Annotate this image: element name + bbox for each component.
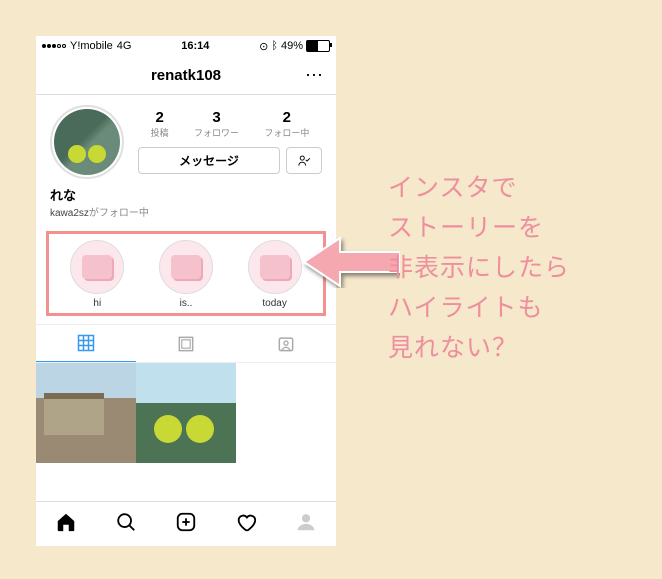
feed-icon <box>176 334 196 354</box>
create-tab[interactable] <box>175 511 197 538</box>
stats-row: 2 投稿 3 フォロワー 2 フォロー中 <box>138 109 322 139</box>
plus-square-icon <box>175 511 197 533</box>
highlight-item[interactable]: today <box>248 240 302 309</box>
carrier-label: Y!mobile <box>70 40 113 52</box>
stat-following[interactable]: 2 フォロー中 <box>264 109 309 139</box>
highlight-label: today <box>262 298 286 309</box>
highlight-cover <box>159 240 213 294</box>
highlight-cover <box>70 240 124 294</box>
search-tab[interactable] <box>115 511 137 538</box>
tab-grid[interactable] <box>36 325 136 362</box>
caption-text: インスタで ストーリーを 非表示にしたら ハイライトも 見れない？ <box>388 168 570 368</box>
tagged-icon <box>276 334 296 354</box>
avatar[interactable] <box>50 105 124 179</box>
follow-status-button[interactable] <box>286 147 322 174</box>
bluetooth-icon: ᛒ <box>271 40 278 52</box>
callout-arrow-icon <box>300 236 400 288</box>
highlight-cover <box>248 240 302 294</box>
tab-feed[interactable] <box>136 325 236 362</box>
phone-frame: Y!mobile 4G 16:14 ⊙ ᛒ 49% renatk108 ⋯ 2 <box>36 36 336 546</box>
user-icon <box>295 511 317 533</box>
message-button[interactable]: メッセージ <box>138 147 280 174</box>
highlight-item[interactable]: hi <box>70 240 124 309</box>
bio-name: れな <box>50 185 322 204</box>
nav-title: renatk108 <box>151 67 221 84</box>
stat-followers[interactable]: 3 フォロワー <box>194 109 239 139</box>
story-highlights: hi is.. today <box>46 231 326 316</box>
bottom-tab-bar <box>36 501 336 546</box>
grid-icon <box>76 333 96 353</box>
stat-posts[interactable]: 2 投稿 <box>151 109 169 139</box>
profile-header: 2 投稿 3 フォロワー 2 フォロー中 メッセージ <box>36 95 336 185</box>
profile-tabs <box>36 324 336 363</box>
search-icon <box>115 511 137 533</box>
highlight-label: is.. <box>180 298 193 309</box>
bio: れな kawa2szがフォロー中 <box>36 185 336 227</box>
highlight-label: hi <box>93 298 101 309</box>
home-tab[interactable] <box>55 511 77 538</box>
post-thumbnail[interactable] <box>36 363 136 463</box>
status-bar: Y!mobile 4G 16:14 ⊙ ᛒ 49% <box>36 36 336 56</box>
battery-level <box>307 41 318 51</box>
tab-tagged[interactable] <box>236 325 336 362</box>
profile-tab[interactable] <box>295 511 317 538</box>
home-icon <box>55 511 77 533</box>
post-grid <box>36 363 336 463</box>
network-label: 4G <box>117 40 132 52</box>
post-thumbnail[interactable] <box>136 363 236 463</box>
user-check-icon <box>297 154 311 168</box>
bio-followed-by: kawa2szがフォロー中 <box>50 204 322 219</box>
nav-bar: renatk108 ⋯ <box>36 56 336 95</box>
signal-icon <box>42 44 66 48</box>
clock-label: 16:14 <box>181 40 209 52</box>
battery-icon <box>306 40 330 52</box>
avatar-image <box>54 109 120 175</box>
more-icon[interactable]: ⋯ <box>305 65 324 86</box>
heart-icon <box>235 511 257 533</box>
activity-tab[interactable] <box>235 511 257 538</box>
highlight-item[interactable]: is.. <box>159 240 213 309</box>
alarm-icon: ⊙ <box>259 40 268 53</box>
battery-pct: 49% <box>281 40 303 52</box>
